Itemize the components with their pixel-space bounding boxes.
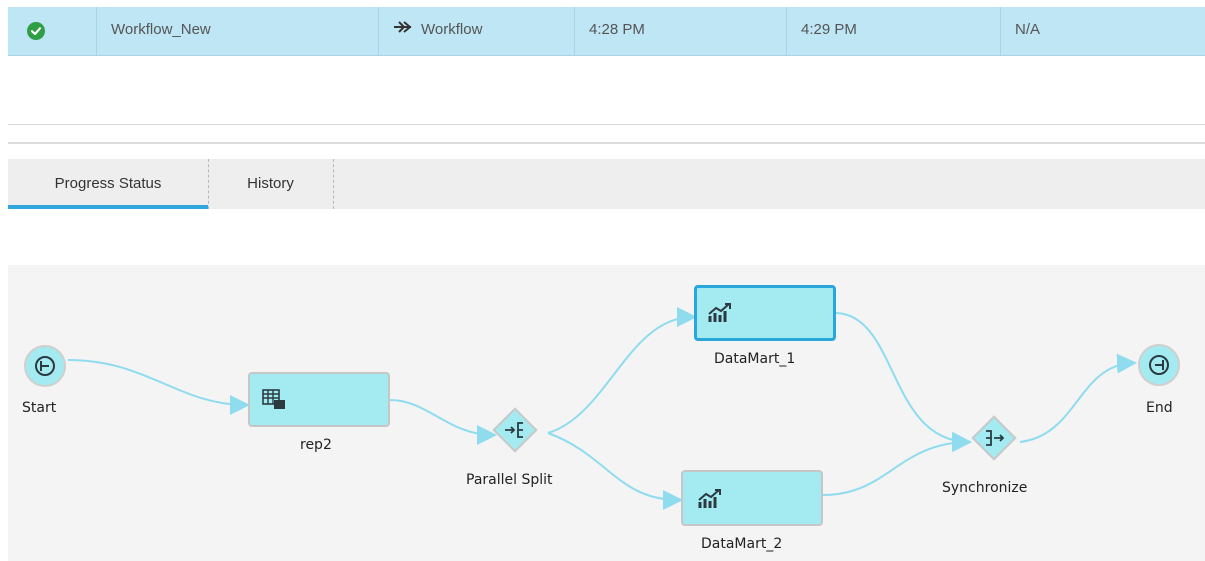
edge-rep2-split — [389, 399, 497, 445]
double-arrow-right-icon — [393, 7, 415, 53]
datamart-1-label: DataMart_1 — [714, 351, 796, 367]
datamart-2-node[interactable] — [681, 470, 823, 526]
end-icon — [1149, 355, 1169, 375]
tab-label: Progress Status — [54, 175, 162, 192]
chart-trend-icon — [708, 303, 731, 322]
end-label: End — [1146, 400, 1173, 416]
tab-history[interactable]: History — [208, 159, 333, 209]
check-circle-icon — [27, 22, 45, 40]
chart-trend-icon — [698, 489, 721, 508]
rep2-node[interactable] — [248, 372, 390, 427]
end-time: 4:29 PM — [801, 21, 857, 38]
edge-split-dm2 — [547, 432, 683, 510]
start-node[interactable] — [24, 345, 66, 387]
datamart-2-label: DataMart_2 — [701, 536, 783, 552]
job-type-cell: Workflow — [378, 7, 574, 55]
start-icon — [35, 356, 55, 376]
extra-cell: N/A — [1000, 7, 1205, 55]
divider — [8, 124, 1205, 125]
parallel-split-icon — [505, 422, 523, 438]
workflow-canvas[interactable]: Start rep2 Parallel Split DataMart_1 Dat… — [8, 265, 1205, 561]
rep2-label: rep2 — [300, 437, 332, 453]
job-row[interactable]: Workflow_New Workflow 4:28 PM 4:29 PM N/… — [8, 7, 1205, 56]
tab-label: History — [247, 175, 294, 192]
tab-progress-status[interactable]: Progress Status — [8, 159, 208, 209]
start-time: 4:28 PM — [589, 21, 645, 38]
datamart-1-node[interactable] — [694, 285, 836, 341]
connectors — [67, 307, 1137, 510]
job-type: Workflow — [421, 21, 483, 38]
edge-split-dm1 — [547, 307, 697, 434]
parallel-split-label: Parallel Split — [466, 472, 553, 488]
tab-bar: Progress Status History — [8, 159, 1205, 209]
job-name: Workflow_New — [111, 21, 211, 38]
extra-value: N/A — [1015, 21, 1041, 38]
start-label: Start — [22, 400, 57, 416]
edge-sync-end — [1019, 353, 1137, 443]
edge-dm1-sync — [835, 312, 972, 452]
end-time-cell: 4:29 PM — [786, 7, 1000, 55]
start-time-cell: 4:28 PM — [574, 7, 786, 55]
synchronize-label: Synchronize — [942, 480, 1028, 496]
tab-divider — [333, 159, 334, 209]
table-icon — [262, 389, 285, 409]
panel-splitter[interactable] — [8, 142, 1205, 144]
job-name-cell: Workflow_New — [96, 7, 378, 55]
end-node[interactable] — [1138, 344, 1180, 386]
edge-start-rep2 — [67, 359, 250, 415]
synchronize-icon — [986, 430, 1005, 446]
